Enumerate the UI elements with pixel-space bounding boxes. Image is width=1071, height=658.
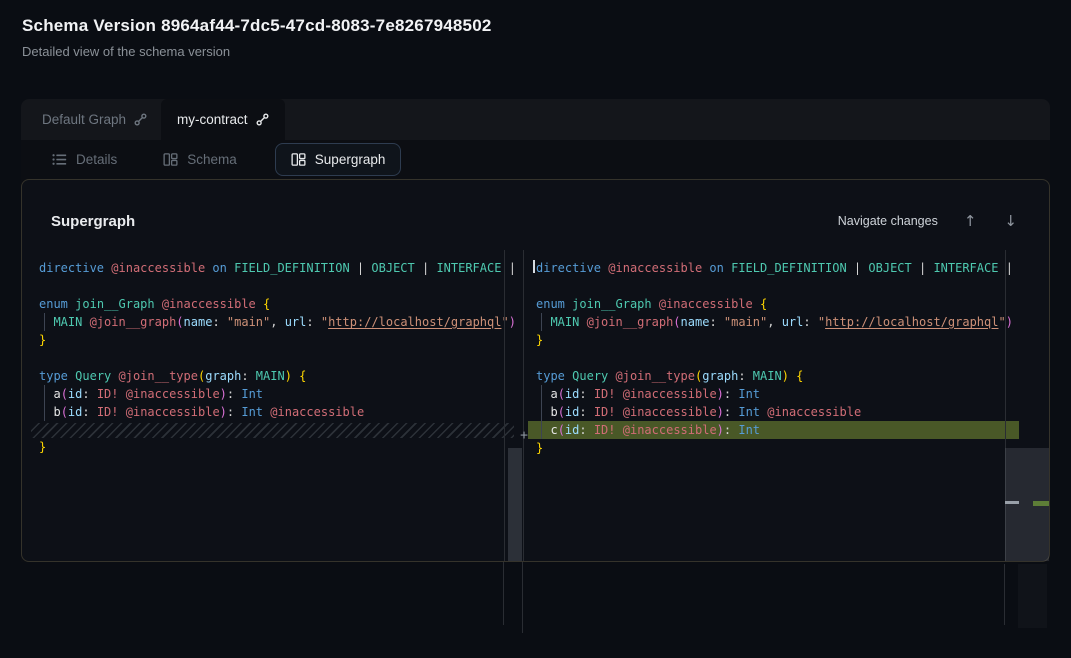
diff-placeholder-row <box>31 423 514 438</box>
code-line: } <box>528 439 1019 457</box>
code-line: a(id: ID! @inaccessible): Int <box>528 385 1019 403</box>
tab-supergraph[interactable]: Supergraph <box>275 143 402 176</box>
code-line: a(id: ID! @inaccessible): Int <box>31 385 514 403</box>
tab-my-contract[interactable]: my-contract <box>161 99 285 140</box>
tab-details[interactable]: Details <box>40 144 129 175</box>
diff-pane-original[interactable]: directive @inaccessible on FIELD_DEFINIT… <box>31 250 514 561</box>
code-line: b(id: ID! @inaccessible): Int @inaccessi… <box>528 403 1019 421</box>
tab-label: Supergraph <box>315 152 386 167</box>
diff-editor: directive @inaccessible on FIELD_DEFINIT… <box>22 250 1049 561</box>
pane-edge-line <box>504 250 505 561</box>
text-cursor <box>533 260 535 273</box>
scroll-track-line <box>1004 564 1005 625</box>
code-line: b(id: ID! @inaccessible): Int @inaccessi… <box>31 403 514 421</box>
navigate-changes-label: Navigate changes <box>838 214 938 228</box>
view-tab-bar: Details Schema <box>21 140 1050 179</box>
panel-title: Supergraph <box>51 213 135 230</box>
code-line: } <box>528 331 1019 349</box>
tab-default-graph[interactable]: Default Graph <box>21 99 161 140</box>
page-subtitle: Detailed view of the schema version <box>22 44 230 59</box>
overview-added-marker <box>1033 501 1049 506</box>
tab-label: my-contract <box>177 112 248 127</box>
code-line <box>528 349 1019 367</box>
code-line <box>31 277 514 295</box>
code-line: directive @inaccessible on FIELD_DEFINIT… <box>528 259 1019 277</box>
code-line: type Query @join__type(graph: MAIN) { <box>528 367 1019 385</box>
left-scrollbar-thumb[interactable] <box>508 448 522 561</box>
tab-label: Default Graph <box>42 112 126 127</box>
diff-pane-modified[interactable]: directive @inaccessible on FIELD_DEFINIT… <box>528 250 1019 561</box>
pane-separator <box>523 250 524 561</box>
code-line: MAIN @join__graph(name: "main", url: "ht… <box>31 313 514 331</box>
tab-label: Schema <box>187 152 237 167</box>
list-icon <box>52 153 67 166</box>
code-line: enum join__Graph @inaccessible { <box>31 295 514 313</box>
graph-variant-icon <box>256 113 269 126</box>
code-line: directive @inaccessible on FIELD_DEFINIT… <box>31 259 514 277</box>
graph-card: Default Graph my-contract <box>21 99 1050 562</box>
columns-icon <box>291 152 306 167</box>
minimap-overflow-column <box>1018 564 1047 628</box>
added-line-marker: + <box>516 427 532 445</box>
columns-icon <box>163 152 178 167</box>
code-line: enum join__Graph @inaccessible { <box>528 295 1019 313</box>
page-title: Schema Version 8964af44-7dc5-47cd-8083-7… <box>22 16 492 36</box>
code-line <box>528 277 1019 295</box>
contract-tab-strip: Default Graph my-contract <box>21 99 1050 140</box>
navigate-next-button[interactable]: ↓ <box>1002 212 1019 230</box>
code-line: } <box>31 438 514 456</box>
navigate-changes: Navigate changes ↑ ↓ <box>838 212 1019 230</box>
code-line: type Query @join__type(graph: MAIN) { <box>31 367 514 385</box>
overview-ruler-marker <box>1005 501 1019 504</box>
tab-schema[interactable]: Schema <box>151 144 249 175</box>
schema-version-page: Schema Version 8964af44-7dc5-47cd-8083-7… <box>0 0 1071 658</box>
navigate-previous-button[interactable]: ↑ <box>962 212 979 230</box>
scroll-track-line <box>503 562 504 625</box>
tab-label: Details <box>76 152 117 167</box>
code-line: } <box>31 331 514 349</box>
code-line: MAIN @join__graph(name: "main", url: "ht… <box>528 313 1019 331</box>
code-line <box>31 349 514 367</box>
supergraph-panel: Supergraph Navigate changes ↑ ↓ directiv… <box>21 179 1050 562</box>
added-code-line: c(id: ID! @inaccessible): Int <box>528 421 1019 439</box>
separator-overflow-line <box>522 562 523 633</box>
graph-variant-icon <box>134 113 147 126</box>
